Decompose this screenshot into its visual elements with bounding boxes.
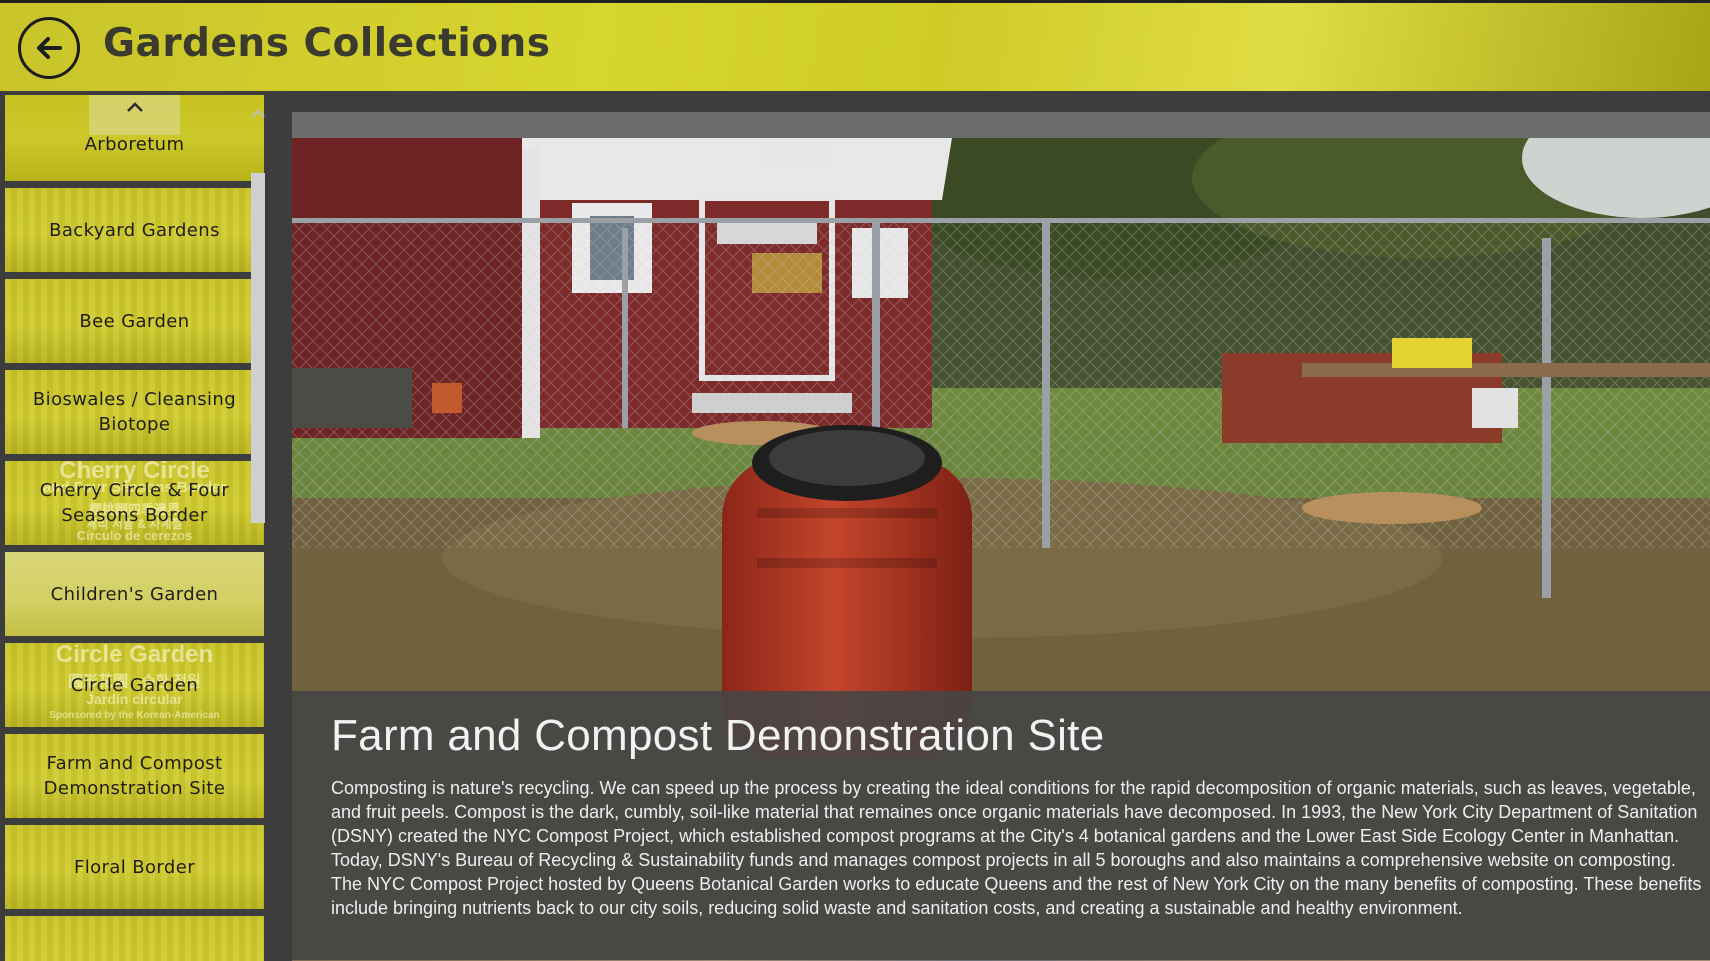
list-item-cherry-circle[interactable]: Cherry Circle and Four Seasons Border 櫻桃… — [5, 461, 264, 545]
list-item-label: Arboretum — [84, 133, 185, 155]
list-item-next[interactable] — [5, 916, 264, 961]
chevron-up-icon — [126, 102, 143, 112]
app-window: Gardens Collections Arboretum Backyard G… — [0, 0, 1710, 961]
scroll-arrow-up[interactable] — [250, 103, 266, 125]
list-item-label: Circle Garden — [70, 674, 199, 696]
back-arrow-icon — [37, 37, 62, 59]
list-item-label: Farm and Compost Demonstration Site — [43, 753, 226, 799]
scrollbar-thumb[interactable] — [251, 173, 265, 523]
garden-title: Farm and Compost Demonstration Site — [331, 711, 1105, 760]
description-card: Farm and Compost Demonstration Site Comp… — [292, 691, 1710, 960]
scroll-up-button[interactable] — [89, 95, 180, 135]
garden-list[interactable]: Arboretum Backyard Gardens Bee Garden Bi… — [0, 91, 268, 961]
chevron-up-icon — [251, 109, 265, 118]
list-item-backyard-gardens[interactable]: Backyard Gardens — [5, 188, 264, 272]
list-item-bioswales[interactable]: Bioswales / Cleansing Biotope — [5, 370, 264, 454]
list-item-circle-garden[interactable]: Circle Garden 圓形花園 · 순환 정원 Jardín circul… — [5, 643, 264, 727]
list-item-childrens-garden[interactable]: Children's Garden — [5, 552, 264, 636]
list-item-label: Bee Garden — [79, 310, 190, 332]
list-item-label: Backyard Gardens — [49, 219, 220, 241]
detail-panel: Farm and Compost Demonstration Site Comp… — [292, 112, 1710, 961]
list-item-bee-garden[interactable]: Bee Garden — [5, 279, 264, 363]
list-item-label: Bioswales / Cleansing Biotope — [32, 389, 237, 435]
scrollbar[interactable] — [250, 103, 266, 523]
back-button[interactable] — [18, 17, 80, 79]
header-bar: Gardens Collections — [0, 0, 1710, 91]
list-item-farm-compost[interactable]: Farm and Compost Demonstration Site — [5, 734, 264, 818]
list-item-label: Floral Border — [73, 856, 196, 878]
tile-overlay-text: Circle Garden — [55, 643, 214, 668]
page-title: Gardens Collections — [103, 21, 551, 66]
list-item-label: Children's Garden — [50, 583, 219, 605]
garden-photo: Farm and Compost Demonstration Site Comp… — [292, 138, 1710, 961]
list-item-floral-border[interactable]: Floral Border — [5, 825, 264, 909]
list-item-label: Cherry Circle & Four Seasons Border — [39, 480, 230, 526]
garden-description: Composting is nature's recycling. We can… — [331, 778, 1702, 918]
tile-overlay-text: Círculo de cerezos — [76, 528, 193, 543]
tile-overlay-text: Sponsored by the Korean-American — [49, 710, 220, 721]
